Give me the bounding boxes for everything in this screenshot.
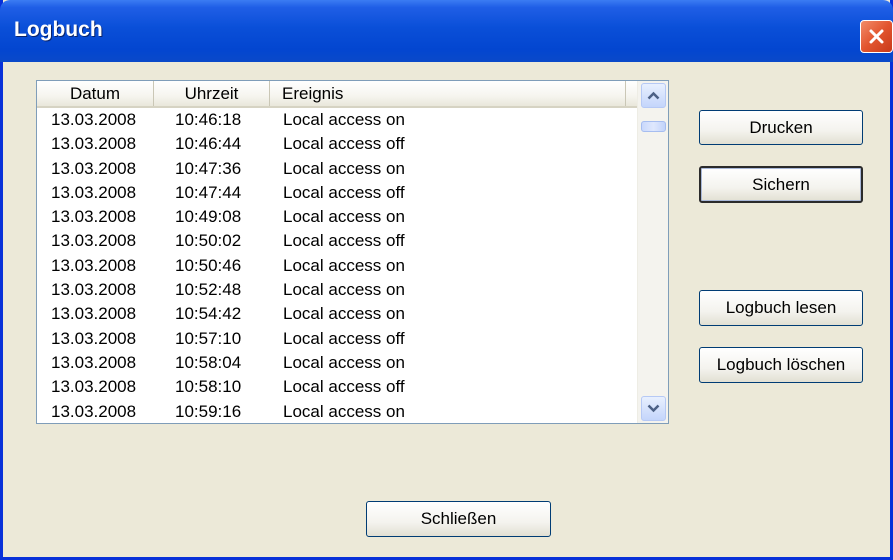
cell-time: 10:46:18 bbox=[175, 110, 242, 129]
list-rows: 13.03.2008 10:46:18 Local access on 13.03.2… bbox=[37, 108, 637, 423]
table-row[interactable]: 13.03.2008 10:58:04 Local access on bbox=[37, 351, 637, 375]
cell-time: 10:50:02 bbox=[175, 231, 242, 251]
cell-time: 10:47:44 bbox=[175, 182, 242, 202]
logbook-list[interactable]: Datum Uhrzeit Ereignis 13.03.2008 10:46:1… bbox=[36, 80, 669, 424]
cell-time: 10:47:36 bbox=[175, 158, 242, 178]
table-row[interactable]: 13.03.2008 10:52:48 Local access on bbox=[37, 278, 637, 302]
cell-date: 13.03.2008 bbox=[51, 182, 137, 202]
cell-time: 10:58:10 bbox=[175, 377, 242, 397]
cell-date: 13.03.2008 bbox=[51, 328, 137, 348]
clear-log-button[interactable]: Logbuch löschen bbox=[699, 347, 863, 383]
cell-date: 13.03.2008 bbox=[51, 377, 137, 397]
print-button[interactable]: Drucken bbox=[699, 110, 863, 145]
scroll-up-button[interactable] bbox=[641, 83, 666, 108]
window-title: Logbuch bbox=[14, 18, 103, 41]
column-header-event[interactable]: Ereignis bbox=[270, 81, 626, 106]
cell-event: Local access on bbox=[283, 401, 405, 421]
cell-time: 10:59:16 bbox=[175, 401, 242, 421]
cell-time: 10:46:44 bbox=[175, 134, 242, 154]
cell-date: 13.03.2008 bbox=[51, 231, 137, 251]
cell-event: Local access on bbox=[283, 110, 405, 129]
logbook-dialog: Logbuch Datum Uhrzeit Ereignis 13.03.200… bbox=[0, 0, 893, 560]
cell-time: 10:58:04 bbox=[175, 352, 242, 372]
cell-time: 10:54:42 bbox=[175, 304, 242, 324]
cell-time: 10:49:08 bbox=[175, 207, 242, 227]
cell-date: 13.03.2008 bbox=[51, 134, 137, 154]
table-row[interactable]: 13.03.2008 10:47:44 Local access off bbox=[37, 181, 637, 205]
cell-event: Local access on bbox=[283, 352, 405, 372]
save-button[interactable]: Sichern bbox=[699, 166, 863, 203]
cell-date: 13.03.2008 bbox=[51, 304, 137, 324]
close-icon bbox=[869, 29, 884, 44]
cell-event: Local access off bbox=[283, 231, 405, 251]
cell-date: 13.03.2008 bbox=[51, 255, 137, 275]
scroll-thumb[interactable] bbox=[641, 121, 666, 132]
cell-event: Local access on bbox=[283, 255, 405, 275]
read-log-button[interactable]: Logbuch lesen bbox=[699, 290, 863, 326]
title-bar[interactable]: Logbuch bbox=[0, 0, 893, 62]
vertical-scrollbar[interactable] bbox=[637, 81, 668, 423]
cell-date: 13.03.2008 bbox=[51, 280, 137, 300]
cell-event: Local access on bbox=[283, 280, 405, 300]
table-row[interactable]: 13.03.2008 10:46:44 Local access off bbox=[37, 132, 637, 156]
table-row[interactable]: 13.03.2008 10:59:16 Local access on bbox=[37, 400, 637, 423]
table-row[interactable]: 13.03.2008 10:50:02 Local access off bbox=[37, 229, 637, 253]
cell-date: 13.03.2008 bbox=[51, 401, 137, 421]
cell-time: 10:50:46 bbox=[175, 255, 242, 275]
cell-date: 13.03.2008 bbox=[51, 207, 137, 227]
table-row[interactable]: 13.03.2008 10:47:36 Local access on bbox=[37, 157, 637, 181]
cell-date: 13.03.2008 bbox=[51, 352, 137, 372]
cell-event: Local access off bbox=[283, 328, 405, 348]
table-row[interactable]: 13.03.2008 10:46:18 Local access on bbox=[37, 108, 637, 132]
chevron-down-icon bbox=[647, 404, 660, 413]
cell-event: Local access on bbox=[283, 158, 405, 178]
cell-event: Local access on bbox=[283, 207, 405, 227]
cell-event: Local access on bbox=[283, 304, 405, 324]
scroll-down-button[interactable] bbox=[641, 396, 666, 421]
close-window-button[interactable] bbox=[860, 20, 893, 53]
table-row[interactable]: 13.03.2008 10:58:10 Local access off bbox=[37, 375, 637, 399]
table-row[interactable]: 13.03.2008 10:50:46 Local access on bbox=[37, 254, 637, 278]
cell-date: 13.03.2008 bbox=[51, 158, 137, 178]
table-row[interactable]: 13.03.2008 10:49:08 Local access on bbox=[37, 205, 637, 229]
cell-event: Local access off bbox=[283, 134, 405, 154]
table-row[interactable]: 13.03.2008 10:54:42 Local access on bbox=[37, 302, 637, 326]
table-row[interactable]: 13.03.2008 10:57:10 Local access off bbox=[37, 327, 637, 351]
cell-time: 10:52:48 bbox=[175, 280, 242, 300]
cell-date: 13.03.2008 bbox=[51, 110, 137, 129]
chevron-up-icon bbox=[647, 91, 660, 100]
close-button[interactable]: Schließen bbox=[366, 501, 551, 537]
cell-event: Local access off bbox=[283, 377, 405, 397]
column-header-filler bbox=[626, 81, 637, 106]
cell-time: 10:57:10 bbox=[175, 328, 242, 348]
list-header: Datum Uhrzeit Ereignis bbox=[37, 81, 637, 108]
column-header-time[interactable]: Uhrzeit bbox=[154, 81, 270, 106]
column-header-date[interactable]: Datum bbox=[37, 81, 154, 106]
cell-event: Local access off bbox=[283, 182, 405, 202]
